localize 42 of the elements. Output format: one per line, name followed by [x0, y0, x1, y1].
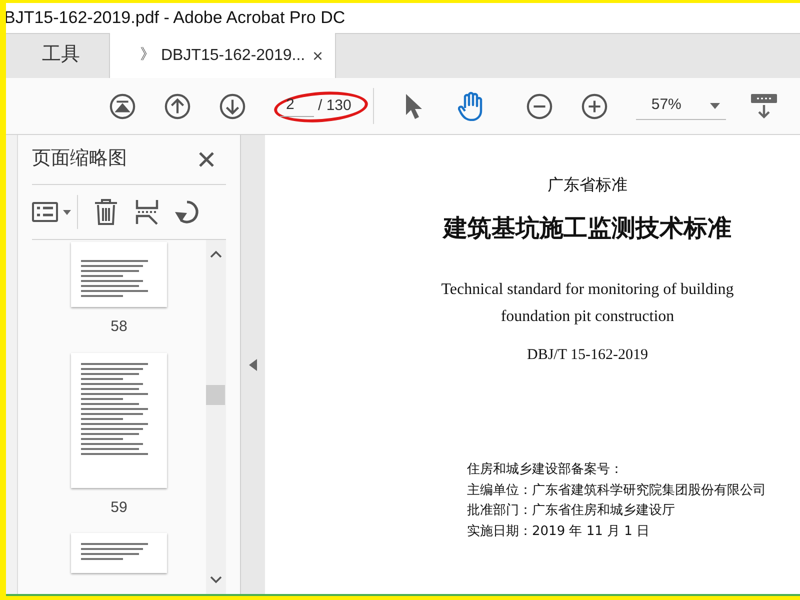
page-number-field[interactable]: 2	[280, 95, 314, 117]
document-text: Technical standard for monitoring of building	[441, 280, 734, 300]
close-icon[interactable]	[199, 152, 214, 167]
chevron-down-icon[interactable]	[210, 576, 222, 584]
document-title: 建筑基坑施工监测技术标准	[444, 213, 732, 244]
caret-icon	[710, 102, 720, 108]
document-text: 住房和城乡建设部备案号：	[467, 461, 624, 479]
keyboard-download-icon[interactable]	[750, 92, 778, 120]
document-text: 实施日期：2019 年 11 月 1 日	[467, 522, 651, 540]
tab-label: DBJT15-162-2019...	[161, 46, 306, 66]
page-thumbnail[interactable]	[71, 352, 167, 488]
zoom-out-icon[interactable]	[526, 92, 554, 120]
chevron-icon: 》	[140, 44, 155, 67]
document-text: 广东省标准	[548, 174, 628, 196]
rotate-icon[interactable]	[173, 198, 201, 226]
document-text: 批准部门：广东省住房和城乡建设厅	[467, 502, 676, 520]
first-page-icon[interactable]	[109, 92, 136, 120]
page-thumbnail[interactable]	[71, 242, 167, 307]
pointer-icon[interactable]	[404, 92, 422, 120]
tab[interactable]: 》 DBJT15-162-2019... ×	[109, 33, 336, 78]
page-thumbnail[interactable]	[71, 533, 167, 573]
tab-label: 工具	[42, 43, 80, 68]
trash-icon[interactable]	[94, 198, 118, 226]
page-number: 59	[110, 498, 128, 518]
scrollbar[interactable]	[206, 240, 226, 594]
close-tab-icon[interactable]: ×	[312, 46, 323, 64]
zoom-dropdown[interactable]: 57%	[636, 92, 726, 120]
panel-title: 页面缩略图	[32, 147, 127, 172]
insert-page-icon[interactable]	[135, 199, 159, 225]
document-text: foundation pit construction	[500, 307, 674, 327]
zoom-in-icon[interactable]	[581, 92, 608, 120]
collapse-arrow-icon[interactable]	[249, 358, 257, 370]
arrow-up-icon[interactable]	[164, 92, 191, 120]
arrow-down-icon[interactable]	[219, 92, 246, 120]
options-menu-icon[interactable]	[32, 202, 72, 222]
page-count: / 130	[318, 96, 352, 116]
document-text: DBJ/T 15-162-2019	[527, 346, 648, 365]
page-number: 58	[110, 317, 128, 337]
document-text: 主编单位：广东省建筑科学研究院集团股份有限公司	[467, 482, 766, 500]
scroll-thumb[interactable]	[206, 385, 225, 405]
chevron-up-icon[interactable]	[210, 250, 222, 258]
tab[interactable]: 工具	[14, 33, 109, 78]
